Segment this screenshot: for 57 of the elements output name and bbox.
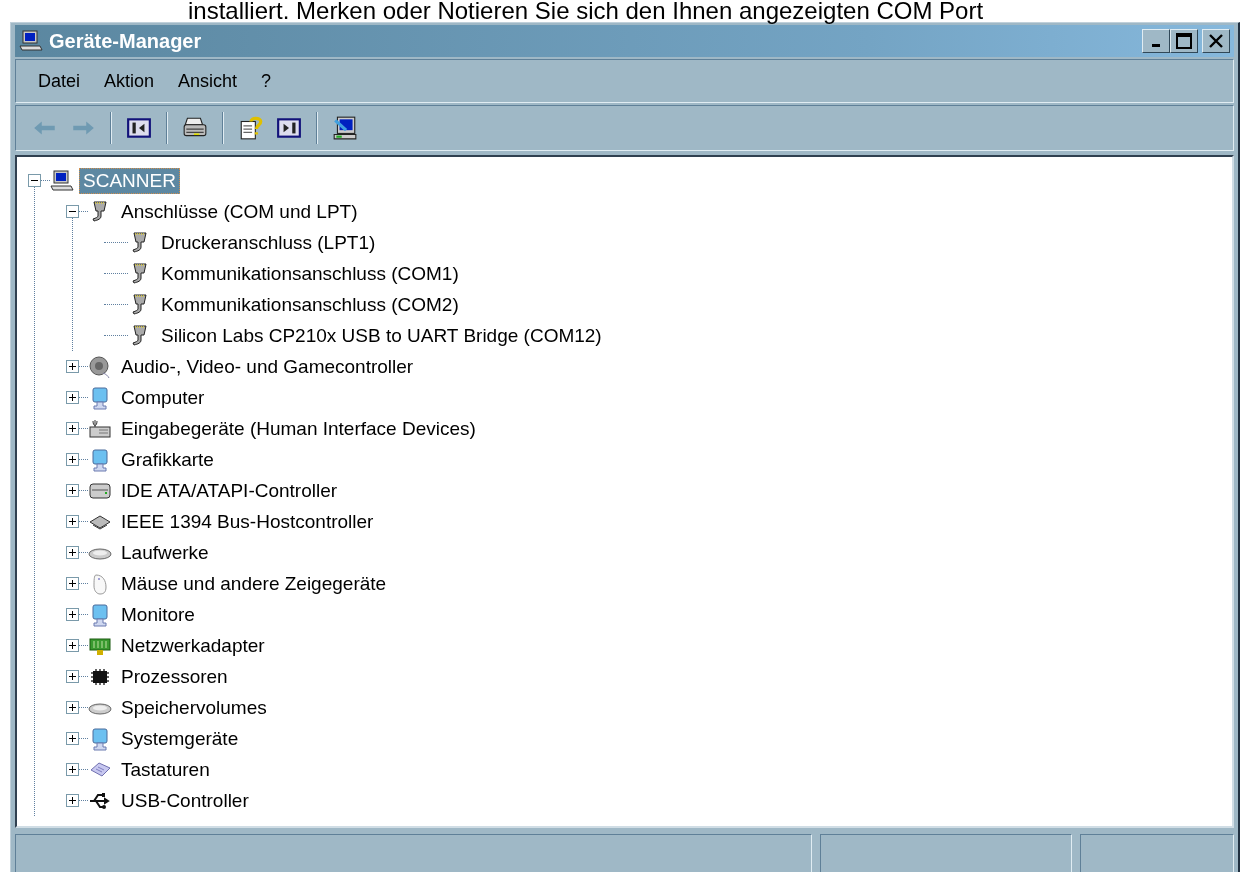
tree-item[interactable]: Eingabegeräte (Human Interface Devices): [117, 415, 480, 442]
close-icon: [1209, 34, 1223, 48]
maximize-button[interactable]: [1170, 29, 1198, 53]
tree-item[interactable]: Anschlüsse (COM und LPT): [117, 198, 362, 225]
expand-toggle[interactable]: [66, 422, 79, 435]
collapse-toggle[interactable]: [28, 174, 41, 187]
close-button[interactable]: [1202, 29, 1230, 53]
tree-item[interactable]: Computer: [117, 384, 209, 411]
tree-item[interactable]: Monitore: [117, 601, 199, 628]
tree-item[interactable]: Laufwerke: [117, 539, 213, 566]
maximize-icon: [1176, 33, 1192, 49]
tree-item[interactable]: Kommunikationsanschluss (COM1): [157, 260, 463, 287]
expand-toggle[interactable]: [66, 701, 79, 714]
menu-item[interactable]: Datei: [24, 66, 91, 96]
expand-toggle[interactable]: [66, 577, 79, 590]
tree-item[interactable]: Speichervolumes: [117, 694, 271, 721]
tree-item[interactable]: Prozessoren: [117, 663, 232, 690]
tree-item[interactable]: Mäuse und andere Zeigegeräte: [117, 570, 391, 597]
tree-item[interactable]: Tastaturen: [117, 756, 214, 783]
speaker-icon: [88, 354, 112, 379]
minimize-icon: [1152, 44, 1160, 47]
computer-icon: [50, 168, 74, 193]
expand-toggle[interactable]: [66, 453, 79, 466]
tree-item[interactable]: Silicon Labs CP210x USB to UART Bridge (COM12): [157, 322, 606, 349]
expand-toggle[interactable]: [66, 546, 79, 559]
tree-item[interactable]: SCANNER: [79, 167, 180, 194]
menu-item[interactable]: Aktion: [90, 66, 165, 96]
window-title: Geräte-Manager: [49, 29, 202, 53]
expand-toggle[interactable]: [66, 608, 79, 621]
menu-item[interactable]: ?: [247, 66, 282, 96]
tree-item[interactable]: Kommunikationsanschluss (COM2): [157, 291, 463, 318]
menu-item[interactable]: Ansicht: [164, 66, 248, 96]
expand-toggle[interactable]: [66, 360, 79, 373]
help-icon: [238, 115, 264, 141]
tree-item[interactable]: IEEE 1394 Bus-Hostcontroller: [117, 508, 378, 535]
computer-icon: [19, 29, 43, 53]
tree-item[interactable]: IDE ATA/ATAPI-Controller: [117, 477, 342, 504]
minimize-button[interactable]: [1142, 29, 1170, 53]
expand-toggle[interactable]: [66, 484, 79, 497]
expand-toggle[interactable]: [66, 391, 79, 404]
computer-wrench-icon: [332, 115, 358, 141]
tree-item[interactable]: Grafikkarte: [117, 446, 218, 473]
instruction-text: installiert. Merken oder Notieren Sie sich den Ihnen angezeigten COM Port: [188, 0, 984, 22]
expand-toggle[interactable]: [66, 639, 79, 652]
tree-item[interactable]: Systemgeräte: [117, 725, 243, 752]
tree-item[interactable]: Netzwerkadapter: [117, 632, 269, 659]
expand-toggle[interactable]: [66, 670, 79, 683]
tree-item[interactable]: USB-Controller: [117, 787, 253, 814]
expand-toggle[interactable]: [66, 794, 79, 807]
split-pane-icon: [276, 115, 302, 141]
tree-item[interactable]: Audio-, Video- und Gamecontroller: [117, 353, 418, 380]
expand-toggle[interactable]: [66, 732, 79, 745]
collapse-toggle[interactable]: [66, 205, 79, 218]
tree-item[interactable]: Druckeranschluss (LPT1): [157, 229, 380, 256]
expand-toggle[interactable]: [66, 763, 79, 776]
expand-toggle[interactable]: [66, 515, 79, 528]
split-pane-icon: [126, 115, 152, 141]
